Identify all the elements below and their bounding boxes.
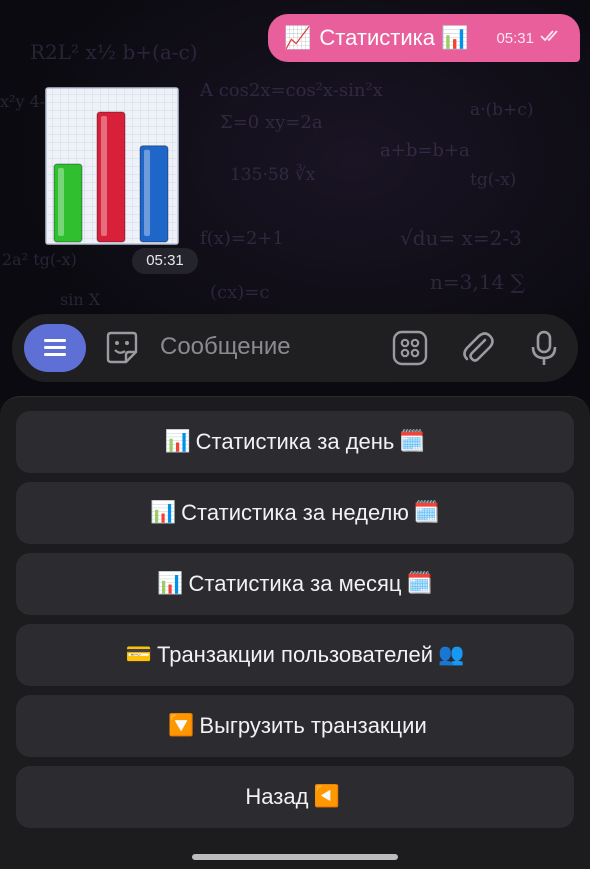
calendar-emoji: 🗓️ xyxy=(406,572,433,595)
menu-icon-line xyxy=(44,346,66,349)
keyboard-button-export-transactions[interactable]: 🔽 Выгрузить транзакции xyxy=(16,695,574,757)
keyboard-button-label: Статистика за день xyxy=(195,429,395,454)
bar-chart-emoji: 📊 xyxy=(440,25,469,50)
users-emoji: 👥 xyxy=(438,643,465,666)
paperclip-icon[interactable] xyxy=(458,328,498,368)
bar-chart-emoji: 📊 xyxy=(150,501,177,524)
chart-increasing-emoji: 📈 xyxy=(284,25,312,50)
down-arrow-emoji: 🔽 xyxy=(168,714,195,737)
calendar-emoji: 🗓️ xyxy=(399,430,426,453)
keyboard-button-label: Статистика за месяц xyxy=(188,571,402,596)
keyboard-button-label: Выгрузить транзакции xyxy=(199,713,427,738)
outgoing-message-bubble[interactable]: 📈 Статистика 📊 05:31 xyxy=(268,14,580,62)
message-input[interactable]: Сообщение xyxy=(160,333,291,361)
message-time: 05:31 xyxy=(496,29,534,47)
back-arrow-emoji: ◀️ xyxy=(313,785,340,808)
bar-chart-emoji: 📊 xyxy=(164,430,191,453)
sticker-bar-highlight xyxy=(144,149,150,236)
bar-chart-emoji: 📊 xyxy=(157,572,184,595)
sticker-icon[interactable] xyxy=(102,328,142,368)
sticker-bar-highlight xyxy=(101,116,107,236)
menu-icon-line xyxy=(44,339,66,342)
keyboard-button-back[interactable]: Назад ◀️ xyxy=(16,766,574,828)
home-indicator[interactable] xyxy=(192,854,398,860)
bot-reply-keyboard: 📊 Статистика за день 🗓️ 📊 Статистика за … xyxy=(0,396,590,869)
keyboard-button-stats-day[interactable]: 📊 Статистика за день 🗓️ xyxy=(16,411,574,473)
keyboard-button-label: Статистика за неделю xyxy=(181,500,409,525)
calendar-emoji: 🗓️ xyxy=(413,501,440,524)
keyboard-grid-icon[interactable] xyxy=(390,328,430,368)
message-input-bar: Сообщение xyxy=(12,314,578,382)
sticker-bar-highlight xyxy=(58,168,64,236)
keyboard-button-label: Транзакции пользователей xyxy=(157,642,433,667)
menu-icon-line xyxy=(44,353,66,356)
keyboard-button-stats-month[interactable]: 📊 Статистика за месяц 🗓️ xyxy=(16,553,574,615)
keyboard-button-stats-week[interactable]: 📊 Статистика за неделю 🗓️ xyxy=(16,482,574,544)
microphone-icon[interactable] xyxy=(524,328,564,368)
credit-card-emoji: 💳 xyxy=(125,643,152,666)
message-text: Статистика xyxy=(319,25,435,50)
menu-button[interactable] xyxy=(24,324,86,372)
keyboard-button-label: Назад xyxy=(245,784,309,809)
bar-chart-sticker[interactable] xyxy=(44,86,180,246)
double-check-icon xyxy=(540,29,564,48)
sticker-time: 05:31 xyxy=(132,248,198,274)
keyboard-button-user-transactions[interactable]: 💳 Транзакции пользователей 👥 xyxy=(16,624,574,686)
